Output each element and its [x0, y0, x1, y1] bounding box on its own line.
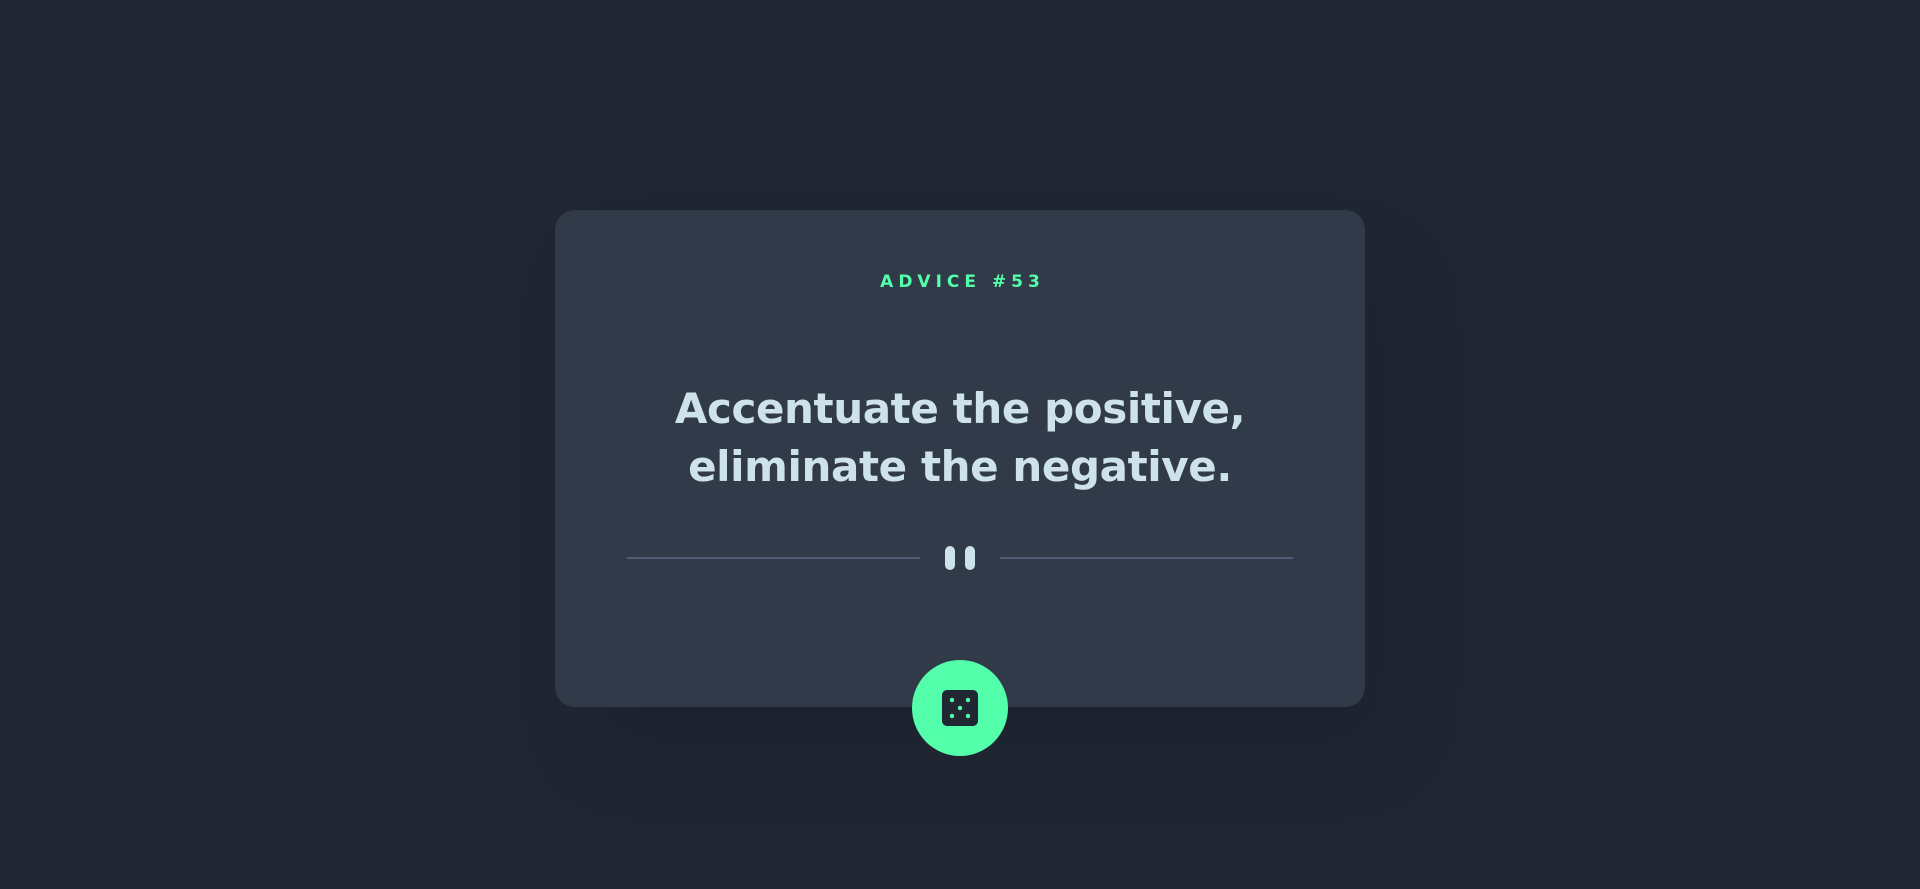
pause-icon — [945, 546, 975, 570]
advice-quote-line-1: Accentuate the positive, — [674, 384, 1246, 433]
advice-label-prefix: ADVICE # — [880, 272, 1012, 292]
divider-line-left — [627, 557, 920, 559]
advice-quote: Accentuate the positive, eliminate the n… — [615, 380, 1305, 496]
advice-number: 53 — [1011, 272, 1045, 292]
page: ADVICE #53 Accentuate the positive, elim… — [0, 0, 1920, 889]
dice-icon — [942, 690, 978, 726]
advice-id-label: ADVICE #53 — [555, 272, 1365, 292]
divider-line-right — [1000, 557, 1293, 559]
new-advice-button[interactable] — [912, 660, 1008, 756]
advice-card: ADVICE #53 Accentuate the positive, elim… — [555, 210, 1365, 707]
advice-quote-line-2: eliminate the negative. — [688, 442, 1232, 491]
divider — [627, 546, 1293, 570]
